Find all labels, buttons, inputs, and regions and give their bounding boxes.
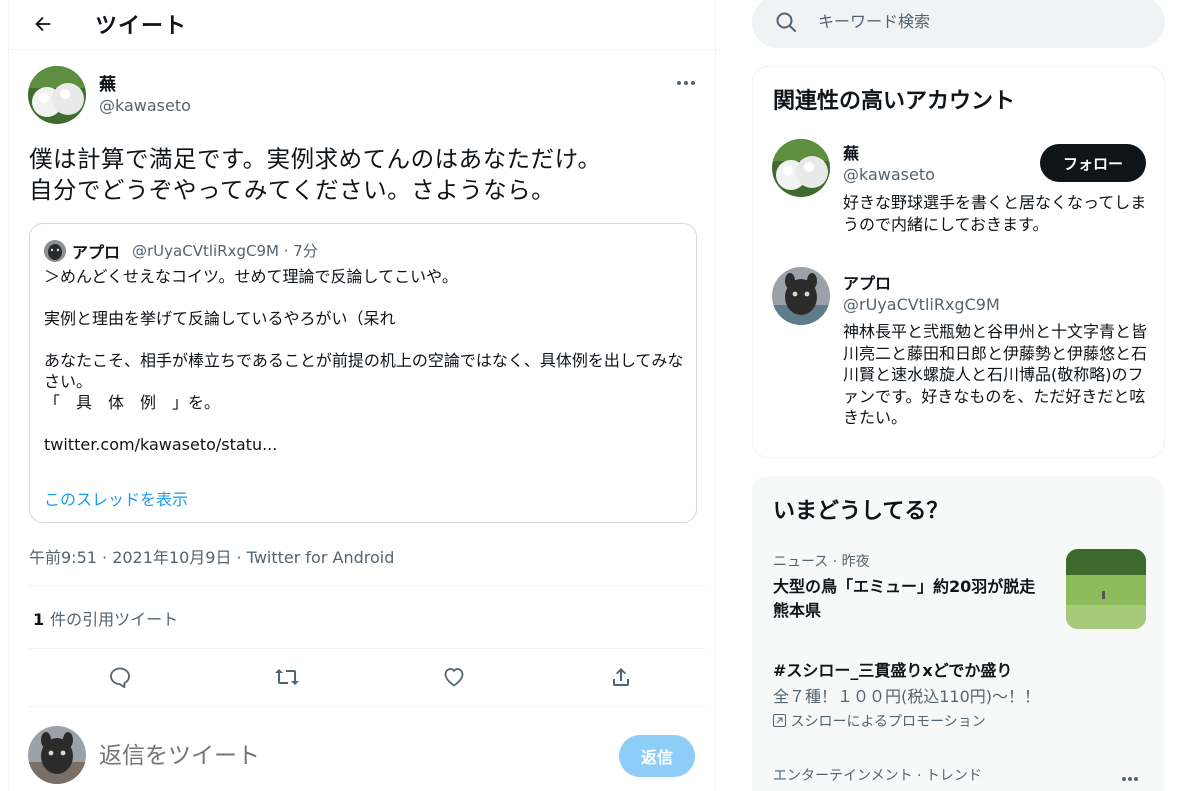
trends-title: いまどうしてる？ [773,499,949,524]
more-dots-icon [677,81,695,85]
related-accounts-title: 関連性の高いアカウント [773,89,1016,114]
account-handle[interactable]: @rUyaCVtliRxgC9M [843,295,1000,314]
promoted-icon [773,714,786,727]
turnip-avatar-image [28,66,86,124]
account-name[interactable]: アプロ [843,270,891,294]
search-box[interactable] [752,0,1165,48]
field-photo-image [1066,549,1146,629]
related-accounts-card: 関連性の高いアカウント 蕪 @kawaseto フォロー 好きな野球選手を書くと… [752,66,1165,458]
divider [29,585,705,586]
arrow-left-icon [35,16,51,32]
quote-count-label: 件の引用ツイート [50,610,179,629]
promoted-label: スシローによるプロモーション [773,711,1148,731]
page-header: ツイート [9,0,717,50]
trend-title: #スシロー_三貫盛りxどでか盛り [773,661,1013,680]
like-button[interactable] [436,659,472,695]
trend-meta: エンターテインメント · トレンド [773,768,982,784]
trend-more-button[interactable] [1121,767,1139,786]
account-avatar-apuro[interactable] [772,267,830,325]
show-thread-link[interactable]: このスレッドを表示 [44,486,188,510]
trend-thumbnail [1066,549,1146,629]
dog-avatar-image [44,240,66,262]
quote-tweets-count[interactable]: 1 件の引用ツイート [33,606,178,630]
tweet-text: 僕は計算で満足です。実例求めてんのはあなただけ。 自分でどうぞやってみてください… [29,145,602,204]
account-bio: 神林長平と弐瓶勉と谷甲州と十文字青と皆川亮二と藤田和日郎と伊藤勢と伊藤悠と石川賢… [843,322,1148,427]
trends-card: いまどうしてる？ ニュース · 昨夜 大型の鳥「エミュー」約20羽が脱走 熊本県… [752,476,1165,791]
dog-avatar-image [28,726,86,784]
more-dots-icon [1122,777,1138,781]
reply-submit-button[interactable]: 返信 [619,735,695,777]
dog-avatar-image [772,267,830,325]
trend-description: 全７種！１００円(税込110円)〜！！ [773,687,1041,706]
account-bio: 好きな野球選手を書くと居なくなってしまうので内緒にしておきます。 [843,193,1147,234]
heart-icon [444,668,464,687]
page-title: ツイート [95,14,188,39]
author-handle[interactable]: @kawaseto [99,96,191,115]
promoted-text: スシローによるプロモーション [790,714,986,730]
account-name[interactable]: 蕪 [843,140,859,164]
reply-icon [110,667,130,688]
turnip-avatar-image [772,139,830,197]
divider [29,706,705,707]
quote-count-number: 1 [33,610,45,629]
quoted-meta: @rUyaCVtliRxgC9M · 7分 [132,242,318,260]
trend-item[interactable]: エンターテインメント · トレンド [773,765,1148,785]
retweet-button[interactable] [269,659,305,695]
author-avatar[interactable] [28,66,86,124]
tweet-actions [29,655,705,699]
main-column: ツイート 蕪 @kawaseto 僕は計算で満足です。実例求めてんのはあなただけ… [8,0,717,791]
quoted-tweet[interactable]: アプロ @rUyaCVtliRxgC9M · 7分 ＞めんどくせえなコイツ。せめ… [29,223,697,523]
author-name[interactable]: 蕪 [99,70,116,95]
search-input[interactable] [818,8,1138,34]
share-icon [613,668,629,686]
account-handle[interactable]: @kawaseto [843,165,935,184]
account-avatar-kawaseto[interactable] [772,139,830,197]
reply-input[interactable] [99,738,599,774]
back-button[interactable] [25,6,61,42]
trend-item-promoted[interactable]: #スシロー_三貫盛りxどでか盛り 全７種！１００円(税込110円)〜！！ スシロ… [773,659,1148,731]
my-avatar[interactable] [28,726,86,784]
search-icon [776,12,796,32]
reply-button[interactable] [102,659,138,695]
divider [29,648,705,649]
share-button[interactable] [603,659,639,695]
quoted-author-avatar [44,240,66,262]
follow-button[interactable]: フォロー [1040,144,1146,182]
trend-title: 大型の鳥「エミュー」約20羽が脱走 熊本県 [773,577,1036,620]
tweet-timestamp[interactable]: 午前9:51 · 2021年10月9日 · Twitter for Androi… [29,544,394,568]
retweet-icon [275,669,299,685]
quoted-author-name: アプロ [72,243,121,262]
quoted-body: ＞めんどくせえなコイツ。せめて理論で反論してこいや。 実例と理由を挙げて反論して… [44,267,684,454]
more-options-button[interactable] [671,68,701,98]
